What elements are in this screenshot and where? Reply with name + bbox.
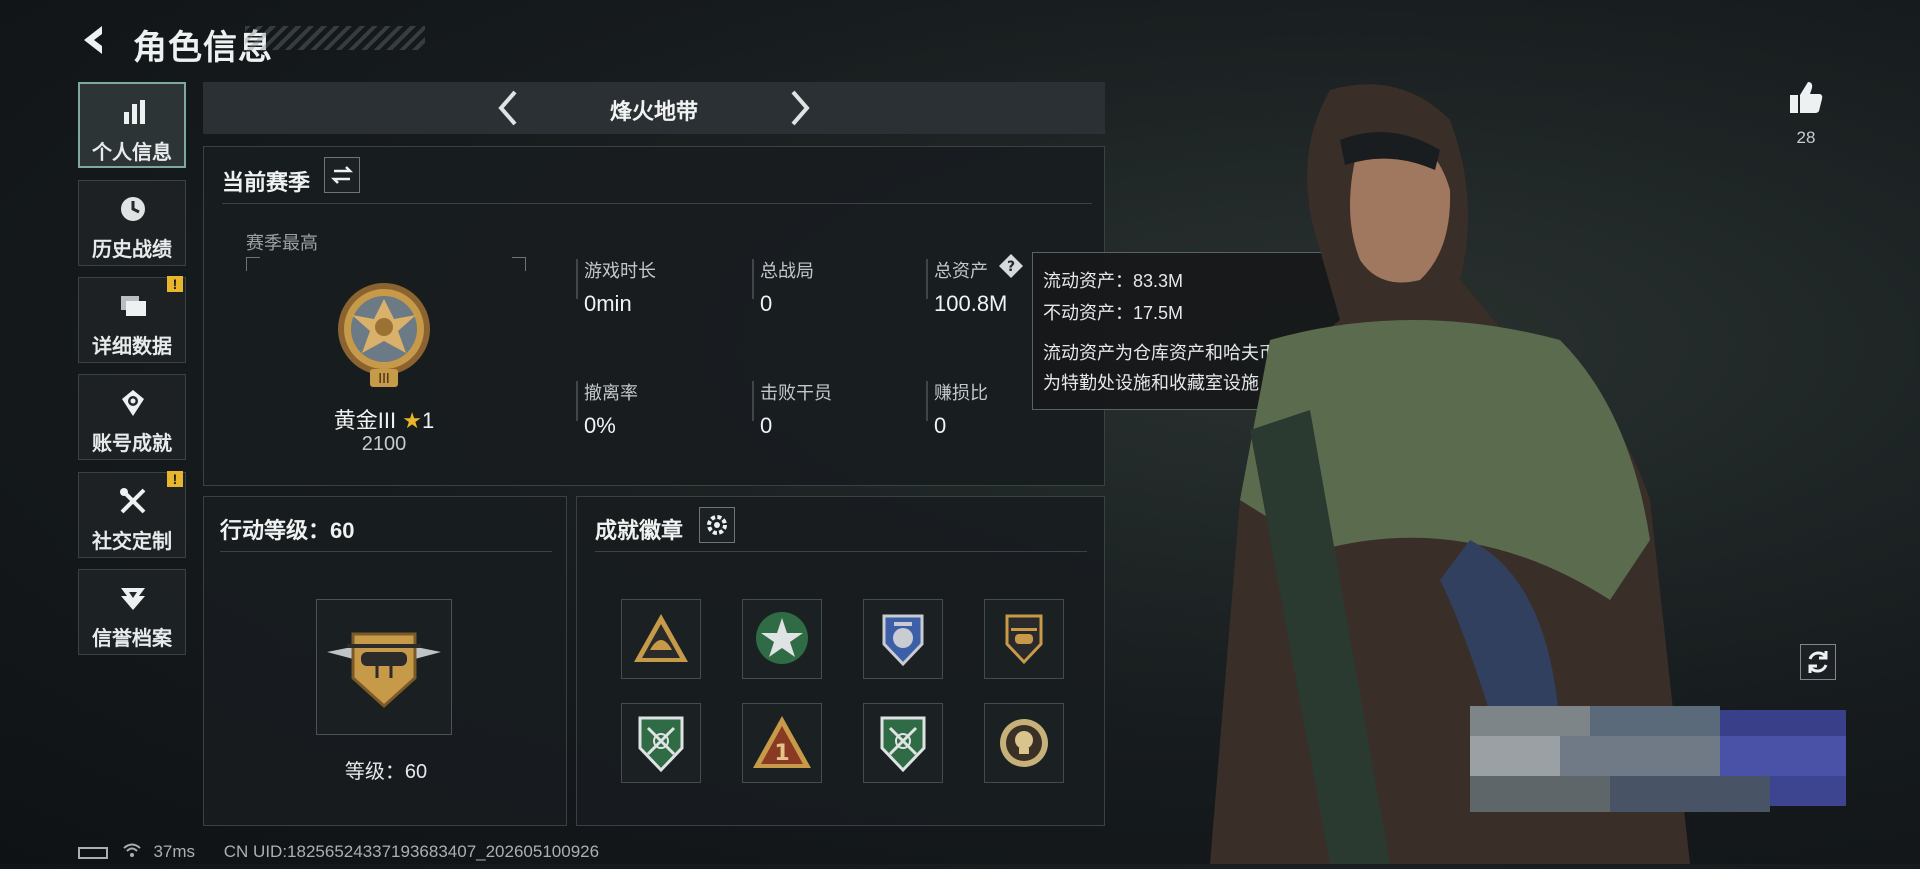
achievements-panel: 成就徽章 1 (576, 496, 1105, 826)
stat-label: 游戏时长 (584, 261, 656, 281)
alert-badge: ! (167, 471, 183, 487)
reputation-icon (117, 582, 149, 614)
bar-chart-icon (118, 96, 150, 128)
helmet-triangle-badge[interactable] (621, 599, 701, 679)
stat-value: 100.8M (934, 291, 1008, 316)
sidebar-item-detailed-data[interactable]: 详细数据 ! (78, 276, 186, 363)
rank-name-row: 黄金III ★1 (264, 403, 504, 435)
redacted-name-plate (1470, 706, 1846, 812)
trophy-icon (117, 387, 149, 419)
swap-icon (325, 166, 359, 196)
sidebar-item-reputation-file[interactable]: 信誉档案 (78, 569, 186, 655)
refresh-icon (1801, 651, 1835, 683)
stat-marker (576, 259, 578, 299)
title-decoration (245, 26, 425, 50)
sidebar-item-account-achievements[interactable]: 账号成就 (78, 374, 186, 460)
stat-label: 击败干员 (760, 383, 832, 403)
sidebar-item-personal-info[interactable]: 个人信息 (78, 82, 186, 168)
stat-label: 总战局 (760, 261, 814, 281)
action-level-panel: 行动等级：60 等级：60 (203, 496, 567, 826)
stat-marker (752, 259, 754, 299)
like-count: 28 (1796, 128, 1816, 147)
mode-selector: 烽火地带 (203, 82, 1105, 134)
sidebar-item-label: 历史战绩 (92, 239, 172, 261)
mode-name: 烽火地带 (609, 99, 698, 124)
stat-value: 0 (934, 413, 947, 438)
svg-text:1: 1 (774, 741, 789, 766)
rank-points: 2100 (361, 433, 407, 455)
star-shield-badge[interactable] (742, 599, 822, 679)
sidebar-item-label: 账号成就 (92, 433, 172, 455)
folder-icon (117, 290, 149, 322)
stat-marker (926, 259, 928, 299)
crossed-rifles-shield-badge[interactable] (863, 703, 943, 783)
tools-icon (117, 485, 149, 517)
thumbs-up-icon[interactable] (1786, 78, 1826, 118)
rank-gold-iii-badge: III (332, 279, 436, 391)
alert-badge: ! (167, 276, 183, 292)
rank-stars: 1 (421, 408, 435, 433)
svg-text:III: III (378, 372, 390, 387)
sidebar-item-label: 信誉档案 (92, 628, 172, 650)
season-title: 当前赛季 (222, 170, 311, 195)
rank-name: 黄金III (333, 408, 397, 433)
star-icon: ★ (402, 408, 422, 433)
stat-marker (752, 381, 754, 421)
rotate-view-button[interactable] (1800, 644, 1836, 680)
winged-shield-badge[interactable] (863, 599, 943, 679)
season-best-label: 赛季最高 (246, 233, 318, 253)
wifi-icon (123, 842, 146, 861)
sidebar-item-social-customization[interactable]: 社交定制 ! (78, 471, 186, 558)
stat-label: 赚损比 (934, 383, 988, 403)
stat-label: 总资产 (934, 261, 988, 281)
ping-text: 37ms (153, 842, 196, 861)
chevron-right-icon[interactable] (785, 88, 815, 128)
clock-icon (117, 193, 149, 225)
help-icon[interactable]: ? (998, 253, 1024, 279)
uid-text: CN UID:18256524337193683407_202605100926 (223, 842, 600, 861)
status-footer: 37ms CN UID:18256524337193683407_2026051… (78, 842, 599, 862)
helicopter-badge[interactable] (984, 599, 1064, 679)
gear-icon (700, 515, 734, 546)
season-panel: 当前赛季 赛季最高 III 黄金III ★1 2100 游戏时长 0min 总战… (203, 146, 1105, 486)
stat-value: 0 (760, 413, 773, 438)
stat-value: 0 (760, 291, 773, 316)
skull-medal-badge[interactable] (984, 703, 1064, 783)
sidebar-item-label: 个人信息 (92, 142, 172, 164)
sidebar-item-label: 详细数据 (92, 336, 172, 358)
svg-text:?: ? (1007, 259, 1015, 275)
stat-marker (576, 381, 578, 421)
divider (220, 551, 552, 552)
sidebar-item-label: 社交定制 (92, 531, 172, 553)
achievement-settings-button[interactable] (699, 507, 735, 543)
sidebar-item-match-history[interactable]: 历史战绩 (78, 180, 186, 266)
action-level-text: 等级：60 (344, 761, 428, 783)
action-level-badge (316, 599, 452, 735)
stat-marker (926, 381, 928, 421)
crossed-rifles-shield-badge[interactable] (621, 703, 701, 783)
swap-season-button[interactable] (324, 157, 360, 193)
battery-icon (78, 846, 108, 859)
stat-label: 撤离率 (584, 383, 638, 403)
divider (595, 551, 1087, 552)
number-one-triangle-badge[interactable]: 1 (742, 703, 822, 783)
stat-value: 0% (584, 413, 616, 438)
action-level-title: 行动等级：60 (220, 518, 355, 543)
divider (222, 203, 1092, 204)
stat-value: 0min (584, 291, 632, 316)
back-arrow-icon[interactable] (76, 22, 112, 58)
achievements-title: 成就徽章 (595, 518, 684, 543)
